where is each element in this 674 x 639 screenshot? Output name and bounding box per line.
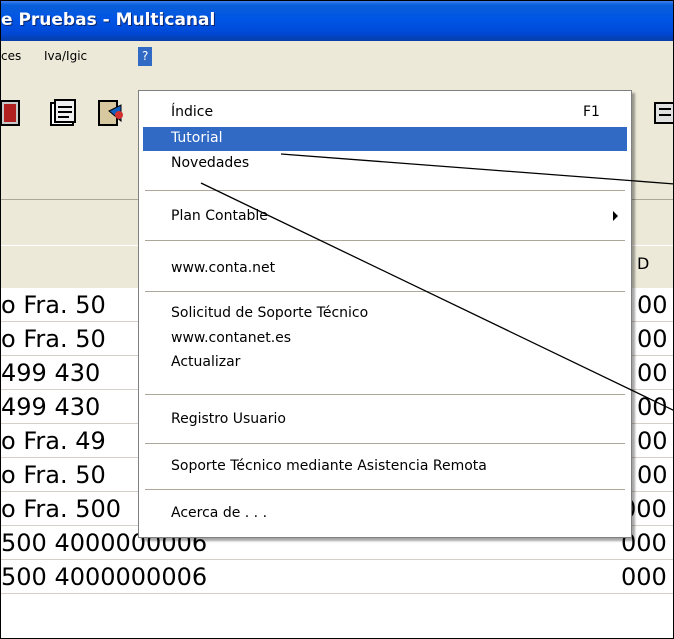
row-code: 00 bbox=[637, 291, 668, 319]
row-code: 000 bbox=[621, 563, 667, 591]
toolbar-tools-icon[interactable] bbox=[651, 97, 674, 129]
menu-item-shortcut: F1 bbox=[583, 104, 600, 120]
row-description: o Fra. 49 bbox=[1, 427, 106, 455]
menu-separator bbox=[145, 489, 625, 491]
menu-item-asistencia-remota[interactable]: Soporte Técnico mediante Asistencia Remo… bbox=[143, 455, 627, 479]
menu-item-plan-contable[interactable]: Plan Contable bbox=[143, 205, 627, 229]
menu-item-label: Actualizar bbox=[171, 354, 241, 370]
menu-item-label: www.conta.net bbox=[171, 260, 276, 276]
menu-separator bbox=[145, 190, 625, 192]
row-description: 499 430 bbox=[1, 359, 101, 387]
window-title: e Pruebas - Multicanal bbox=[1, 10, 216, 30]
menu-item-ces[interactable]: ces bbox=[1, 49, 21, 63]
menu-item-label: www.contanet.es bbox=[171, 330, 292, 346]
row-code: 00 bbox=[637, 393, 668, 421]
menu-item-contanet-es[interactable]: www.contanet.es bbox=[143, 327, 627, 351]
menu-separator bbox=[145, 240, 625, 242]
menu-separator bbox=[145, 443, 625, 445]
row-code: 00 bbox=[637, 325, 668, 353]
menu-item-registro-usuario[interactable]: Registro Usuario bbox=[143, 408, 627, 432]
row-code: 00 bbox=[637, 427, 668, 455]
row-description: o Fra. 50 bbox=[1, 461, 106, 489]
menu-item-label: Tutorial bbox=[171, 130, 223, 146]
menu-item-help[interactable]: ? bbox=[138, 47, 153, 66]
toolbar-book-icon[interactable] bbox=[0, 97, 27, 129]
grid-header-label: D bbox=[637, 254, 650, 273]
row-description: o Fra. 500 bbox=[1, 495, 122, 523]
submenu-arrow-icon bbox=[613, 211, 618, 221]
menu-item-indice[interactable]: Índice F1 bbox=[143, 101, 627, 125]
menu-item-label: Solicitud de Soporte Técnico bbox=[171, 305, 369, 321]
title-bar[interactable]: e Pruebas - Multicanal bbox=[1, 1, 673, 41]
menu-item-actualizar[interactable]: Actualizar bbox=[143, 351, 627, 375]
menu-item-label: Plan Contable bbox=[171, 208, 268, 224]
menu-item-novedades[interactable]: Novedades bbox=[143, 152, 627, 176]
app-window: e Pruebas - Multicanal ces Iva/Igic ? D … bbox=[0, 0, 674, 639]
menu-separator bbox=[145, 291, 625, 293]
menu-item-tutorial[interactable]: Tutorial bbox=[143, 127, 627, 151]
row-description: 499 430 bbox=[1, 393, 101, 421]
menu-item-label: Acerca de . . . bbox=[171, 505, 268, 521]
row-code: 00 bbox=[637, 461, 668, 489]
menu-item-acerca-de[interactable]: Acerca de . . . bbox=[143, 502, 627, 526]
menu-separator bbox=[145, 394, 625, 396]
row-description: 500 4000000006 bbox=[1, 563, 208, 591]
menu-item-soporte-tecnico[interactable]: Solicitud de Soporte Técnico bbox=[143, 302, 627, 326]
toolbar-exit-icon[interactable] bbox=[95, 97, 127, 129]
menu-item-label: Índice bbox=[171, 104, 214, 120]
menu-item-label: Soporte Técnico mediante Asistencia Remo… bbox=[171, 458, 487, 474]
help-dropdown-menu: Índice F1 Tutorial Novedades Plan Contab… bbox=[138, 90, 632, 538]
row-description: o Fra. 50 bbox=[1, 291, 106, 319]
menu-item-label: Novedades bbox=[171, 155, 250, 171]
menu-item-label: Registro Usuario bbox=[171, 411, 286, 427]
menu-item-iva-igic[interactable]: Iva/Igic bbox=[44, 49, 87, 63]
toolbar-document-icon[interactable] bbox=[47, 97, 79, 129]
row-code: 00 bbox=[637, 359, 668, 387]
table-row[interactable]: 500 4000000006 000 bbox=[1, 560, 673, 594]
row-description: o Fra. 50 bbox=[1, 325, 106, 353]
menu-item-conta-net[interactable]: www.conta.net bbox=[143, 257, 627, 281]
menu-bar: ces Iva/Igic ? bbox=[1, 41, 673, 73]
